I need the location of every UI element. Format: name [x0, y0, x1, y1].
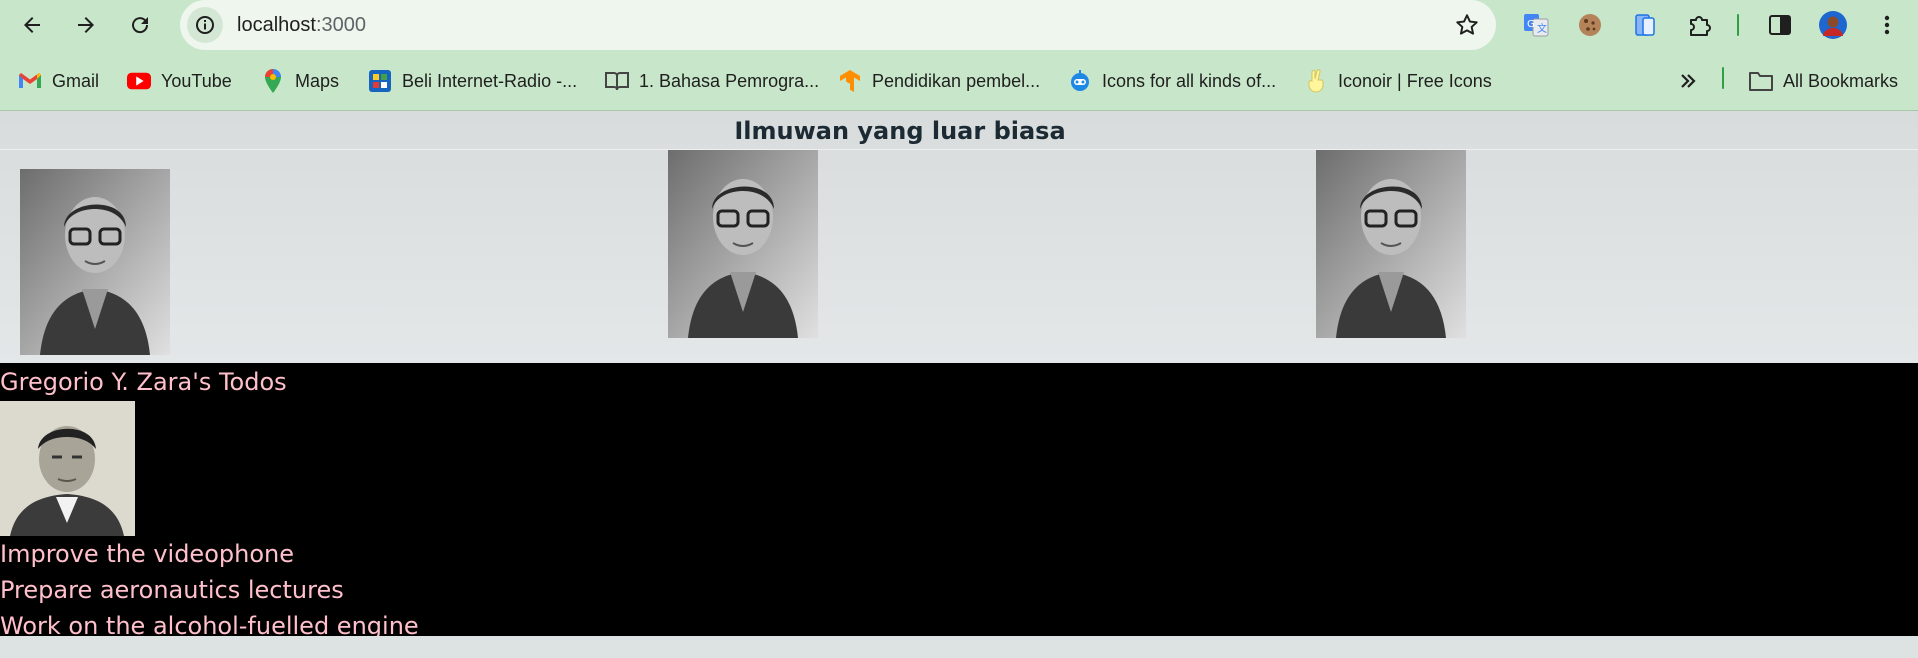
- zara-portrait: [0, 401, 135, 536]
- svg-text:G: G: [1527, 19, 1535, 30]
- google-translate-icon[interactable]: G文: [1521, 10, 1551, 40]
- url-host: localhost: [237, 13, 316, 36]
- url-port: :3000: [315, 13, 366, 36]
- gallery-section: Ilmuwan yang luar biasa: [0, 111, 1918, 363]
- bookmark-label: Maps: [295, 70, 340, 91]
- reload-icon: [132, 17, 149, 34]
- bookmark-label: Iconoir | Free Icons: [1338, 70, 1492, 91]
- arrow-left-icon: [24, 17, 40, 33]
- bookmark-iconoir[interactable]: Iconoir | Free Icons: [1304, 66, 1492, 96]
- all-bookmarks-button[interactable]: All Bookmarks: [1749, 66, 1898, 96]
- bookmark-label: Icons for all kinds of...: [1102, 70, 1277, 91]
- scientist-portrait: [1316, 150, 1466, 338]
- all-bookmarks-label: All Bookmarks: [1783, 70, 1899, 91]
- bookmark-gmail[interactable]: Gmail: [18, 66, 99, 96]
- bookmarks-bar: Gmail YouTube Maps Beli Internet-Radio -…: [0, 52, 1918, 111]
- device-toggle-icon[interactable]: [1630, 10, 1660, 40]
- bookmark-pendidikan[interactable]: Pendidikan pembel...: [838, 66, 1040, 96]
- more-bookmarks-button[interactable]: [1678, 66, 1698, 96]
- cookie-icon[interactable]: [1575, 10, 1605, 40]
- bookmark-maps[interactable]: Maps: [261, 66, 339, 96]
- toolbar-divider: [1737, 14, 1739, 36]
- bookmark-star-icon[interactable]: [1454, 12, 1480, 38]
- maps-icon: [261, 69, 285, 93]
- scientist-portrait: [668, 150, 818, 338]
- profile-avatar[interactable]: [1818, 10, 1848, 40]
- extensions-puzzle-icon[interactable]: [1684, 10, 1714, 40]
- side-panel-icon[interactable]: [1765, 10, 1795, 40]
- gallery-title: Ilmuwan yang luar biasa: [734, 117, 1066, 145]
- bookmarks-divider: [1722, 67, 1724, 89]
- page-bottom-strip: [0, 636, 1918, 658]
- bookmark-icons[interactable]: Icons for all kinds of...: [1068, 66, 1276, 96]
- address-bar[interactable]: localhost:3000: [180, 0, 1496, 50]
- forward-button[interactable]: [66, 5, 106, 45]
- robot-icon: [1068, 69, 1092, 93]
- bookmark-radio[interactable]: Beli Internet-Radio -...: [368, 66, 577, 96]
- todo-item: Improve the videophone: [0, 540, 294, 568]
- bookmark-bahasa[interactable]: 1. Bahasa Pemrogra...: [605, 66, 819, 96]
- arrow-right-icon: [78, 17, 94, 33]
- bookmark-label: Pendidikan pembel...: [872, 70, 1041, 91]
- bookmark-label: YouTube: [161, 70, 232, 91]
- folder-icon: [1749, 69, 1773, 93]
- chevron-double-right-icon: [1681, 74, 1696, 88]
- book-icon: [605, 69, 629, 93]
- back-button[interactable]: [12, 5, 52, 45]
- page-content: Ilmuwan yang luar biasa Gregorio Y. Zara…: [0, 111, 1918, 658]
- bookmark-label: Gmail: [52, 70, 100, 91]
- todos-heading: Gregorio Y. Zara's Todos: [0, 368, 287, 396]
- bookmark-youtube[interactable]: YouTube: [127, 66, 232, 96]
- site-info-icon[interactable]: [187, 7, 223, 43]
- menu-kebab-icon[interactable]: [1872, 10, 1902, 40]
- tensorflow-icon: [838, 69, 862, 93]
- svg-text:文: 文: [1537, 22, 1547, 35]
- url-text[interactable]: localhost:3000: [237, 14, 366, 37]
- bookmark-label: 1. Bahasa Pemrogra...: [639, 70, 820, 91]
- peace-hand-icon: [1304, 69, 1328, 93]
- todo-item: Prepare aeronautics lectures: [0, 576, 344, 604]
- bookmark-label: Beli Internet-Radio -...: [402, 70, 578, 91]
- gallery-divider: [0, 149, 1918, 150]
- radio-icon: [368, 69, 392, 93]
- scientist-portrait: [20, 169, 170, 355]
- browser-toolbar: localhost:3000 G文: [0, 0, 1918, 52]
- todos-section: Gregorio Y. Zara's Todos Improve the vid…: [0, 363, 1918, 640]
- youtube-icon: [127, 69, 151, 93]
- gmail-icon: [18, 69, 42, 93]
- reload-button[interactable]: [120, 5, 160, 45]
